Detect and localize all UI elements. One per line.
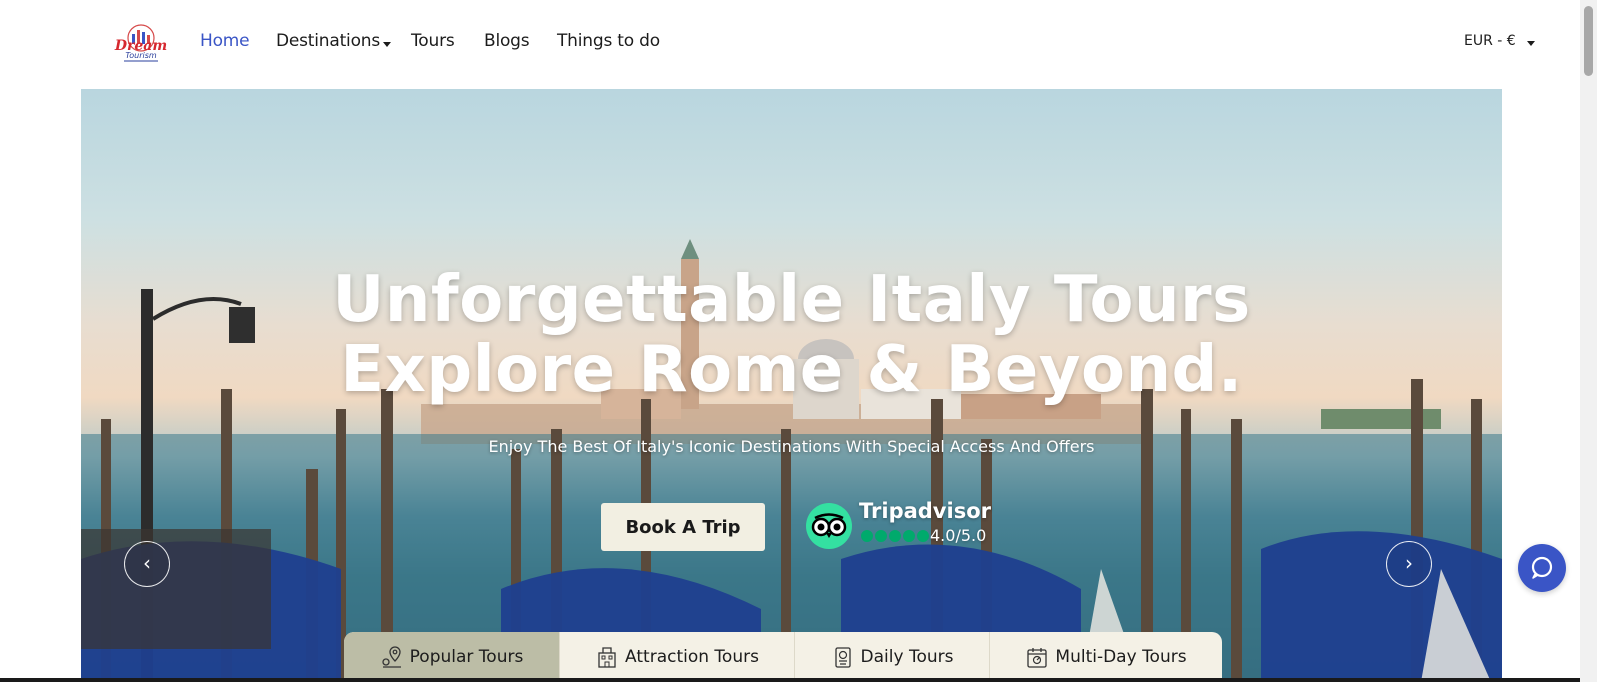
tab-daily-tours[interactable]: Daily Tours (795, 632, 990, 682)
rating-dot (861, 530, 873, 542)
rating-dot (903, 530, 915, 542)
book-a-trip-button[interactable]: Book A Trip (601, 503, 765, 551)
svg-text:Tourism: Tourism (125, 51, 157, 60)
rating-dot (875, 530, 887, 542)
currency-chevron-down-icon[interactable] (1527, 41, 1535, 46)
page-bottom-edge (0, 678, 1580, 682)
tripadvisor-rating-dots (861, 529, 931, 547)
chevron-down-icon[interactable] (383, 42, 391, 47)
building-icon (598, 647, 616, 668)
site-logo[interactable]: Dream Tourism (112, 22, 170, 64)
chat-bubble-icon (1531, 556, 1553, 579)
nav-home[interactable]: Home (200, 31, 250, 51)
tab-label: Daily Tours (860, 647, 954, 667)
tab-label: Popular Tours (409, 647, 524, 667)
tab-popular-tours[interactable]: Popular Tours (344, 632, 560, 682)
nav-tours[interactable]: Tours (411, 31, 455, 51)
tab-attraction-tours[interactable]: Attraction Tours (560, 632, 795, 682)
calendar-icon (1027, 648, 1048, 668)
hero-slider: Unforgettable Italy Tours Explore Rome &… (81, 89, 1502, 682)
tab-label: Attraction Tours (625, 647, 759, 667)
slider-next-button[interactable]: › (1386, 541, 1432, 587)
nav-things-to-do[interactable]: Things to do (557, 31, 660, 51)
hero-headline-line1: Unforgettable Italy Tours (332, 263, 1251, 337)
passport-icon (834, 647, 851, 668)
hero-headline-line2: Explore Rome & Beyond. (340, 333, 1243, 407)
nav-destinations[interactable]: Destinations (276, 31, 380, 51)
rating-dot (889, 530, 901, 542)
scrollbar-thumb[interactable] (1584, 6, 1593, 76)
tripadvisor-name: Tripadvisor (859, 499, 991, 523)
chat-widget-button[interactable] (1518, 544, 1566, 592)
tripadvisor-rating: 4.0/5.0 (930, 526, 987, 545)
tab-multi-day-tours[interactable]: Multi-Day Tours (990, 632, 1222, 682)
chevron-right-icon: › (1405, 551, 1413, 575)
page-scrollbar[interactable] (1580, 0, 1597, 682)
hero-subheadline: Enjoy The Best Of Italy's Iconic Destina… (488, 437, 1095, 456)
rating-dot (917, 530, 929, 542)
nav-blogs[interactable]: Blogs (484, 31, 530, 51)
map-pin-icon (382, 646, 401, 668)
navbar: Dream Tourism Home Destinations Tours Bl… (0, 0, 1580, 88)
currency-selector[interactable]: EUR - € (1464, 33, 1516, 49)
tour-category-tabs: Popular Tours Attraction Tours Daily Tou… (344, 632, 1222, 682)
slider-prev-button[interactable]: ‹ (124, 541, 170, 587)
chevron-left-icon: ‹ (143, 551, 151, 575)
tripadvisor-owl-icon (806, 503, 852, 549)
tab-label: Multi-Day Tours (1055, 647, 1187, 667)
